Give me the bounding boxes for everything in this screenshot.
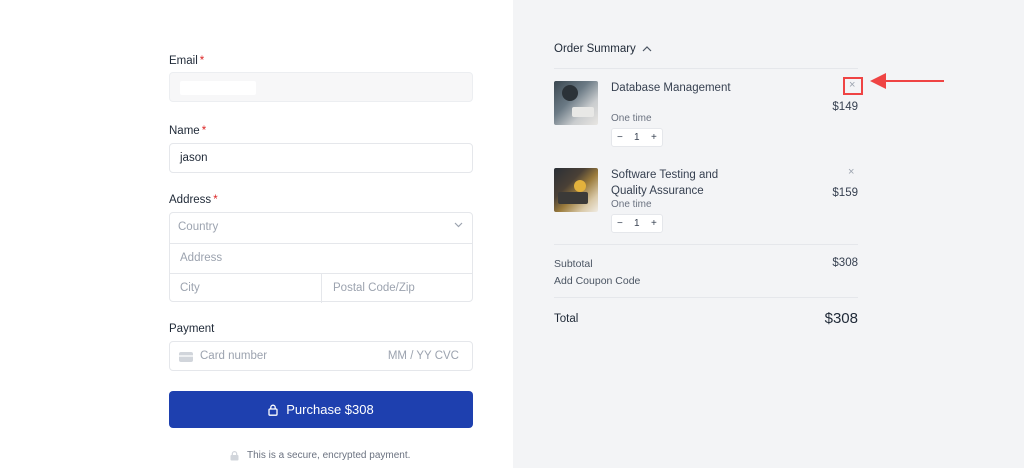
total-label: Total <box>554 313 579 325</box>
chevron-up-icon <box>642 44 652 54</box>
lock-icon <box>230 450 239 461</box>
item-name: Software Testing and Quality Assurance <box>611 169 719 197</box>
address-label: Address * <box>169 194 218 206</box>
item-price: $149 <box>832 101 858 113</box>
secure-note: This is a secure, encrypted payment. <box>230 450 410 461</box>
divider <box>554 244 858 245</box>
email-label: Email * <box>169 55 205 67</box>
subtotal-value: $308 <box>832 257 858 269</box>
email-field[interactable] <box>169 72 473 102</box>
checkout-form-panel: Email * Name * jason Address * Country Addr… <box>0 0 513 468</box>
item-name: Database Management <box>611 82 731 94</box>
subtotal-label: Subtotal <box>554 258 593 270</box>
payment-label: Payment <box>169 323 215 335</box>
divider <box>554 297 858 298</box>
address-field[interactable]: Address <box>170 243 472 273</box>
purchase-label: Purchase $308 <box>286 402 374 417</box>
total-value: $308 <box>824 310 858 327</box>
card-number-placeholder: Card number <box>200 350 268 362</box>
quantity-stepper: − 1 + <box>611 214 663 233</box>
card-field[interactable]: Card number MM / YY CVC <box>169 341 473 371</box>
divider <box>321 274 322 303</box>
zip-field[interactable]: Postal Code/Zip <box>333 282 415 294</box>
chevron-down-icon <box>454 220 463 231</box>
add-coupon-link[interactable]: Add Coupon Code <box>554 275 640 287</box>
purchase-button[interactable]: Purchase $308 <box>169 391 473 428</box>
quantity-value: 1 <box>634 132 640 143</box>
annotation-arrow-icon <box>870 73 944 89</box>
secure-note-text: This is a secure, encrypted payment. <box>247 450 411 461</box>
country-placeholder: Country <box>178 221 219 233</box>
item-price: $159 <box>832 187 858 199</box>
address-placeholder: Address <box>180 252 223 264</box>
order-summary-panel <box>513 0 1024 468</box>
increment-button[interactable]: + <box>651 132 657 143</box>
city-zip-row: City Postal Code/Zip <box>170 273 472 303</box>
item-billing: One time <box>611 199 652 210</box>
decrement-button[interactable]: − <box>617 132 623 143</box>
credit-card-icon <box>179 352 193 362</box>
decrement-button[interactable]: − <box>617 218 623 229</box>
divider <box>554 68 858 69</box>
order-summary-toggle[interactable]: Order Summary <box>554 43 652 55</box>
address-group: Country Address City Postal Code/Zip <box>169 212 473 303</box>
email-value-redacted <box>180 81 256 95</box>
close-icon: × <box>849 79 856 91</box>
item-billing: One time <box>611 113 652 124</box>
quantity-stepper: − 1 + <box>611 128 663 147</box>
quantity-value: 1 <box>634 218 640 229</box>
product-image <box>554 81 598 125</box>
name-field[interactable]: jason <box>169 143 473 173</box>
country-select[interactable]: Country <box>170 213 472 243</box>
name-label: Name * <box>169 125 207 137</box>
increment-button[interactable]: + <box>651 218 657 229</box>
card-exp-cvc-placeholder: MM / YY CVC <box>387 350 459 362</box>
product-image <box>554 168 598 212</box>
lock-icon <box>268 404 278 416</box>
city-field[interactable]: City <box>180 282 200 294</box>
order-summary-title: Order Summary <box>554 43 636 55</box>
remove-item-button[interactable]: × <box>848 166 854 178</box>
remove-item-button[interactable]: × <box>843 77 863 95</box>
